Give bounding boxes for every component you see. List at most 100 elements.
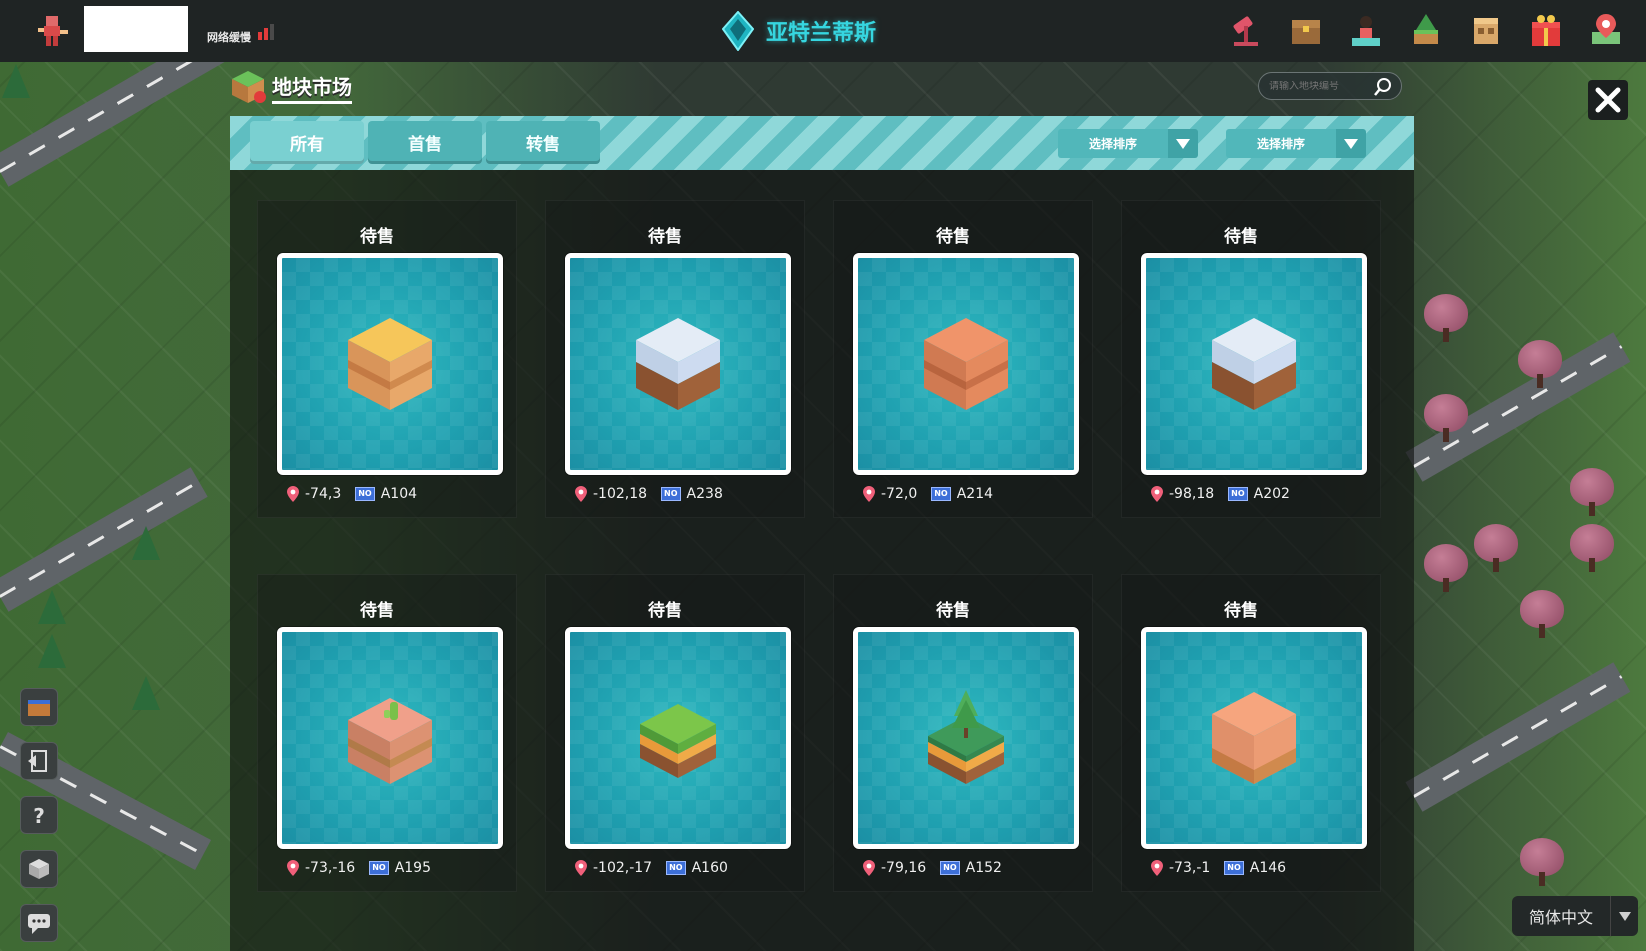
plot-info: -79,16 NO A152 [863,860,1002,876]
tab-all[interactable]: 所有 [250,121,364,164]
plot-id: A195 [394,860,431,876]
plot-card[interactable]: 待售 -73,-1 NO A146 [1094,544,1382,892]
sand-block-icon [348,318,432,410]
plot-coords: -98,18 [1169,486,1215,502]
plot-search-box[interactable] [1258,72,1402,100]
tab-resale[interactable]: 转售 [486,121,600,164]
plot-info: -72,0 NO A214 [863,486,993,502]
plot-info: -102,-17 NO A160 [575,860,728,876]
plot-id: A214 [956,486,994,502]
location-pin-icon [863,860,875,876]
sort-select-2[interactable]: 选择排序 [1226,129,1366,158]
plot-status: 待售 [936,227,970,247]
gift-icon[interactable] [1526,10,1566,50]
plot-status: 待售 [360,601,394,621]
plot-info: -73,-16 NO A195 [287,860,431,876]
plot-search-input[interactable] [1269,80,1369,92]
plot-card[interactable]: 待售 -72,0 NO A214 [806,170,1094,518]
number-badge-icon: NO [1228,487,1248,501]
land-tree-icon[interactable] [1406,10,1446,50]
plot-tile-image[interactable] [1141,253,1367,475]
number-badge-icon: NO [369,861,389,875]
plot-status: 待售 [648,227,682,247]
plot-coords: -73,-1 [1169,860,1211,876]
plot-tile-image[interactable] [853,627,1079,849]
diamond-icon [722,11,754,51]
inventory-button[interactable] [20,850,58,888]
plot-tile-image[interactable] [565,253,791,475]
map-pin-icon[interactable] [1586,10,1626,50]
plot-coords: -72,0 [881,486,918,502]
plot-id: A202 [1253,486,1290,502]
plot-info: -73,-1 NO A146 [1151,860,1286,876]
player-avatar-icon[interactable] [36,14,70,48]
top-bar: 网络缓慢 亚特兰蒂斯 [0,0,1646,62]
plot-tile-image[interactable] [277,627,503,849]
character-icon[interactable] [1346,10,1386,50]
sort-select-1[interactable]: 选择排序 [1058,129,1198,158]
exit-door-icon [28,750,47,772]
plot-coords: -74,3 [305,486,342,502]
help-icon: ? [33,804,45,828]
language-label: 简体中文 [1528,908,1593,927]
chevron-down-icon[interactable] [1610,896,1638,936]
number-badge-icon: NO [355,487,375,501]
plot-id: A160 [691,860,728,876]
location-pin-icon [287,486,299,502]
plot-card[interactable]: 待售 -98,18 NO A202 [1094,170,1382,518]
location-pin-icon [287,860,299,876]
sort-select-2-label: 选择排序 [1226,129,1336,158]
plot-grid: 待售 -74,3 NO A104 待售 -102,18 NO A238 待售 -… [230,170,1414,951]
plot-id: A104 [380,486,418,502]
location-pin-icon [575,860,587,876]
plot-info: -74,3 NO A104 [287,486,417,502]
plot-status: 待售 [1224,601,1258,621]
number-badge-icon: NO [931,487,951,501]
location-pin-icon [575,486,587,502]
language-select[interactable]: 简体中文 [1512,896,1638,936]
plot-tile-image[interactable] [565,627,791,849]
network-status-label: 网络缓慢 [207,31,251,44]
search-icon[interactable] [1373,77,1393,97]
network-signal-icon [258,24,274,40]
chat-button[interactable] [20,904,58,942]
chevron-down-icon[interactable] [1336,129,1366,158]
plot-id: A152 [965,860,1002,876]
world-title-text: 亚特兰蒂斯 [766,21,877,46]
help-button[interactable]: ? [20,796,58,834]
plot-tile-image[interactable] [277,253,503,475]
plot-card[interactable]: 待售 -73,-16 NO A195 [230,544,518,892]
plot-info: -98,18 NO A202 [1151,486,1290,502]
chat-bubble-icon [28,914,50,934]
toolbox-button[interactable] [20,688,58,726]
plot-coords: -102,18 [593,486,648,502]
plot-tile-image[interactable] [1141,627,1367,849]
plot-tile-image[interactable] [853,253,1079,475]
plot-status: 待售 [648,601,682,621]
tab-primary-sale[interactable]: 首售 [368,121,482,164]
plot-id: A238 [686,486,723,502]
number-badge-icon: NO [661,487,681,501]
peach-block-icon [1212,692,1296,784]
plot-status: 待售 [936,601,970,621]
hammer-icon[interactable] [1226,10,1266,50]
plot-card[interactable]: 待售 -74,3 NO A104 [230,170,518,518]
close-icon [1595,87,1621,113]
close-button[interactable] [1588,80,1628,120]
sort-select-1-label: 选择排序 [1058,129,1168,158]
treasure-chest-icon[interactable] [1286,10,1326,50]
grass-tree-block-icon [928,690,1004,784]
location-pin-icon [863,486,875,502]
building-icon[interactable] [1466,10,1506,50]
chevron-down-icon[interactable] [1168,129,1198,158]
cube-icon [29,859,49,879]
number-badge-icon: NO [940,861,960,875]
exit-button[interactable] [20,742,58,780]
plot-info: -102,18 NO A238 [575,486,723,502]
svg-text:?: ? [33,804,45,828]
plot-card[interactable]: 待售 -79,16 NO A152 [806,544,1094,892]
plot-card[interactable]: 待售 -102,18 NO A238 [518,170,806,518]
market-title: 地块市场 [272,71,352,104]
plot-card[interactable]: 待售 -102,-17 NO A160 [518,544,806,892]
clay-cactus-block-icon [348,698,432,784]
